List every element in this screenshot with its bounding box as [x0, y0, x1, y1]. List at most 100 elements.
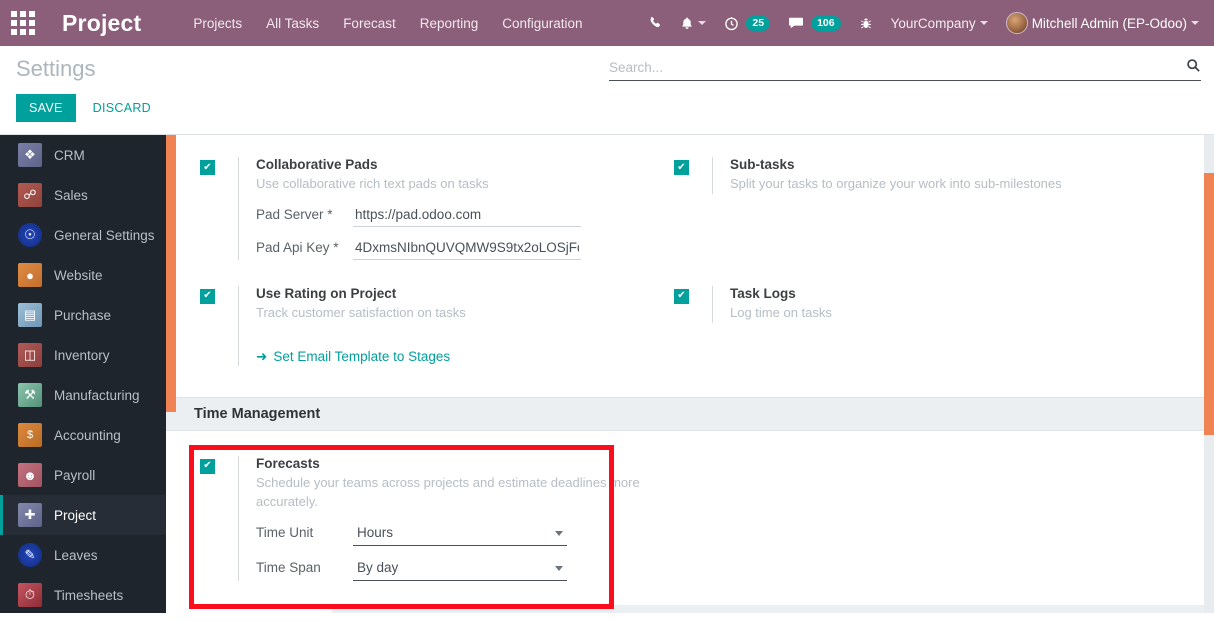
search-input[interactable] — [609, 59, 1186, 75]
task-logs-checkbox[interactable] — [674, 288, 689, 304]
setting-description: Log time on tasks — [730, 304, 832, 320]
time-unit-label: Time Unit — [256, 525, 314, 541]
setting-title: Forecasts — [256, 455, 320, 471]
sidebar-item-label: Payroll — [54, 467, 96, 483]
user-menu[interactable]: Mitchell Admin (EP-Odoo) — [997, 0, 1208, 46]
pad-server-input[interactable] — [353, 204, 581, 227]
chevron-down-icon — [979, 21, 988, 25]
scrollbar-track[interactable] — [1204, 135, 1214, 613]
pad-server-field-row: Pad Server * — [256, 204, 674, 227]
sidebar-item-label: CRM — [54, 147, 85, 163]
settings-sidebar: ❖ CRM ☍ Sales ☉ General Settings ● Websi… — [0, 135, 166, 613]
search-icon[interactable] — [1186, 58, 1201, 76]
use-rating-checkbox[interactable] — [200, 288, 215, 304]
messages-count-badge: 106 — [811, 15, 841, 31]
phone-icon[interactable] — [639, 0, 671, 46]
body-wrapper: ❖ CRM ☍ Sales ☉ General Settings ● Websi… — [0, 135, 1214, 613]
sidebar-item-sales[interactable]: ☍ Sales — [0, 175, 166, 215]
section-title: Time Management — [194, 405, 321, 422]
messages-chat-icon[interactable]: 106 — [779, 0, 850, 46]
company-selector[interactable]: YourCompany — [882, 0, 997, 46]
payroll-icon: ☻ — [18, 463, 42, 487]
sidebar-item-payroll[interactable]: ☻ Payroll — [0, 455, 166, 495]
pad-api-key-field-row: Pad Api Key * — [256, 237, 674, 260]
pad-api-key-input[interactable] — [353, 237, 581, 260]
search-bar[interactable] — [609, 58, 1201, 81]
sidebar-item-website[interactable]: ● Website — [0, 255, 166, 295]
arrow-right-icon: ➜ — [256, 348, 268, 364]
action-buttons: SAVE DISCARD — [16, 94, 1198, 134]
timesheets-icon: ⏱ — [18, 583, 42, 607]
purchase-icon: ▤ — [18, 303, 42, 327]
sub-tasks-checkbox[interactable] — [674, 160, 689, 175]
setting-collaborative-pads: Collaborative Pads Use collaborative ric… — [200, 157, 674, 260]
accounting-icon: $ — [18, 423, 42, 447]
manufacturing-icon: ⚒ — [18, 383, 42, 407]
scrollbar-thumb[interactable] — [1204, 173, 1214, 435]
link-label: Set Email Template to Stages — [273, 349, 451, 365]
bottom-strip — [332, 605, 1214, 613]
sidebar-item-purchase[interactable]: ▤ Purchase — [0, 295, 166, 335]
time-unit-field-row: Time Unit Hours — [256, 522, 674, 547]
setting-description: Split your tasks to organize your work i… — [730, 176, 1062, 191]
forecasts-checkbox[interactable] — [200, 458, 215, 474]
crm-icon: ❖ — [18, 143, 42, 167]
set-email-template-link[interactable]: ➜ Set Email Template to Stages — [256, 349, 450, 365]
setting-description: Schedule your teams across projects and … — [256, 474, 640, 509]
main-nav-links: Projects All Tasks Forecast Reporting Co… — [181, 2, 594, 45]
time-unit-select[interactable]: Hours — [353, 522, 567, 546]
navbar-right-tools: 25 106 YourCompany Mitchell Admin (EP-Od… — [639, 0, 1208, 46]
activity-clock-icon[interactable]: 25 — [715, 0, 779, 46]
setting-description: Track customer satisfaction on tasks — [256, 304, 466, 320]
sidebar-item-label: Sales — [54, 187, 88, 203]
sidebar-item-label: Timesheets — [54, 587, 124, 603]
sidebar-item-manufacturing[interactable]: ⚒ Manufacturing — [0, 375, 166, 415]
nav-link-configuration[interactable]: Configuration — [490, 2, 594, 45]
top-navbar: Project Projects All Tasks Forecast Repo… — [0, 0, 1214, 46]
sidebar-item-timesheets[interactable]: ⏱ Timesheets — [0, 575, 166, 613]
project-icon: ✚ — [18, 503, 42, 527]
bell-icon[interactable] — [671, 0, 715, 46]
sidebar-item-label: Manufacturing — [54, 387, 140, 403]
chevron-down-icon — [698, 21, 707, 25]
time-span-select[interactable]: By day — [353, 557, 567, 581]
bug-icon[interactable] — [850, 0, 882, 46]
apps-grid-icon[interactable] — [0, 0, 46, 46]
time-span-field-row: Time Span By day — [256, 557, 674, 582]
website-icon: ● — [18, 263, 42, 287]
setting-description: Use collaborative rich text pads on task… — [256, 176, 489, 191]
sidebar-item-leaves[interactable]: ✎ Leaves — [0, 535, 166, 575]
app-brand-title[interactable]: Project — [62, 10, 141, 37]
nav-link-reporting[interactable]: Reporting — [408, 2, 491, 45]
settings-content: Collaborative Pads Use collaborative ric… — [166, 135, 1214, 613]
general-settings-icon: ☉ — [18, 223, 42, 247]
sidebar-item-accounting[interactable]: $ Accounting — [0, 415, 166, 455]
sidebar-item-label: Website — [54, 267, 103, 283]
sidebar-item-crm[interactable]: ❖ CRM — [0, 135, 166, 175]
left-accent-strip — [166, 135, 176, 412]
nav-link-projects[interactable]: Projects — [181, 2, 254, 45]
sidebar-item-general-settings[interactable]: ☉ General Settings — [0, 215, 166, 255]
nav-link-all-tasks[interactable]: All Tasks — [254, 2, 331, 45]
time-span-select-wrap[interactable]: By day — [353, 557, 567, 582]
setting-title: Task Logs — [730, 285, 796, 301]
nav-link-forecast[interactable]: Forecast — [331, 2, 408, 45]
inventory-icon: ◫ — [18, 343, 42, 367]
sidebar-item-project[interactable]: ✚ Project — [0, 495, 166, 535]
time-unit-select-wrap[interactable]: Hours — [353, 522, 567, 547]
control-panel: Settings SAVE DISCARD — [0, 46, 1214, 135]
save-button[interactable]: SAVE — [16, 94, 76, 122]
discard-button[interactable]: DISCARD — [80, 94, 164, 122]
sidebar-item-inventory[interactable]: ◫ Inventory — [0, 335, 166, 375]
company-name: YourCompany — [890, 15, 976, 31]
setting-title: Collaborative Pads — [256, 157, 378, 172]
setting-use-rating: Use Rating on Project Track customer sat… — [200, 285, 674, 366]
setting-task-logs: Task Logs Log time on tasks — [674, 285, 1148, 323]
collaborative-pads-checkbox[interactable] — [200, 160, 215, 175]
chevron-down-icon — [1191, 21, 1199, 25]
pad-server-label: Pad Server * — [256, 206, 333, 222]
setting-sub-tasks: Sub-tasks Split your tasks to organize y… — [674, 157, 1148, 194]
sidebar-item-label: General Settings — [54, 227, 155, 243]
settings-row-3: Forecasts Schedule your teams across pro… — [200, 431, 1214, 586]
forecasts-highlight-wrapper: Forecasts Schedule your teams across pro… — [189, 431, 1214, 609]
